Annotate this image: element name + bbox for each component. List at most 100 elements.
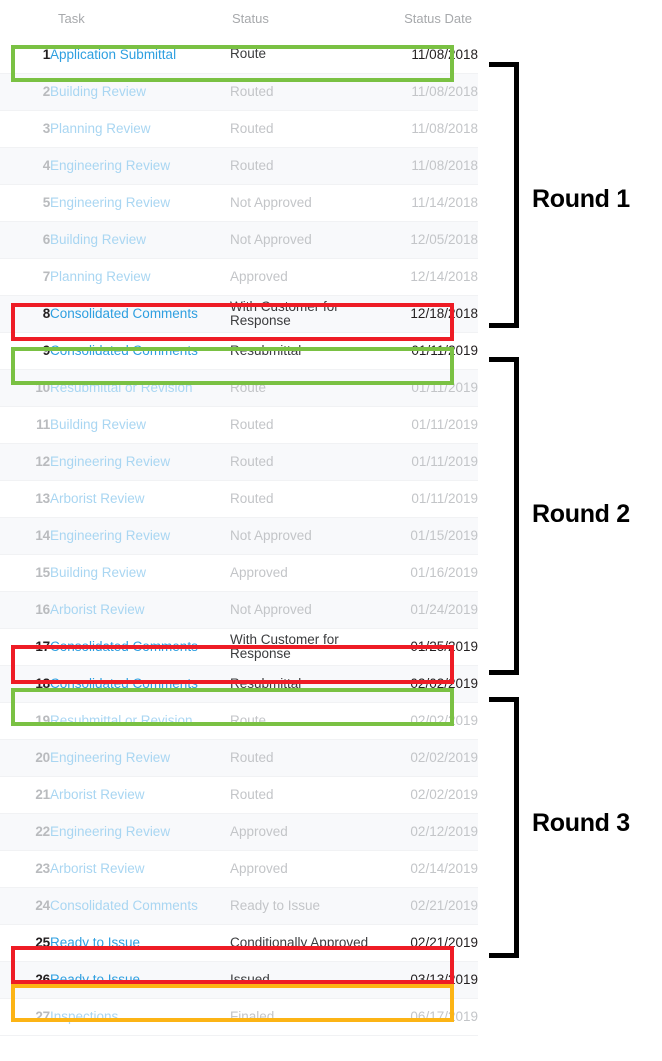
- table-row[interactable]: 23 Arborist Review Approved 02/14/2019: [0, 850, 478, 888]
- task-link[interactable]: Engineering Review: [50, 739, 230, 777]
- row-index: 14: [0, 517, 50, 555]
- task-link[interactable]: Ready to Issue: [50, 961, 230, 999]
- row-index: 9: [0, 332, 50, 370]
- row-index: 27: [0, 998, 50, 1036]
- status-value: Not Approved: [230, 221, 380, 259]
- table-row[interactable]: 13 Arborist Review Routed 01/11/2019: [0, 480, 478, 518]
- table-row[interactable]: 19 Resubmittal or Revision Route 02/02/2019: [0, 702, 478, 740]
- status-date-value: 12/05/2018: [380, 221, 478, 259]
- task-link[interactable]: Ready to Issue: [50, 924, 230, 962]
- table-row[interactable]: 5 Engineering Review Not Approved 11/14/201…: [0, 184, 478, 222]
- table-row[interactable]: 15 Building Review Approved 01/16/2019: [0, 554, 478, 592]
- row-index: 10: [0, 369, 50, 407]
- table-row[interactable]: 4 Engineering Review Routed 11/08/2018: [0, 147, 478, 185]
- task-link[interactable]: Consolidated Comments: [50, 628, 230, 666]
- status-date-value: 02/02/2019: [380, 739, 478, 777]
- table-header-row: Task Status Status Date: [0, 0, 478, 36]
- task-link[interactable]: Arborist Review: [50, 776, 230, 814]
- status-value: Approved: [230, 813, 380, 851]
- task-link[interactable]: Arborist Review: [50, 850, 230, 888]
- status-date-value: 01/25/2019: [380, 628, 478, 666]
- task-link[interactable]: Application Submittal: [50, 36, 230, 74]
- status-date-value: 02/02/2019: [380, 776, 478, 814]
- table-row[interactable]: 8 Consolidated Comments With Customer for …: [0, 295, 478, 333]
- row-index: 5: [0, 184, 50, 222]
- table-row[interactable]: 21 Arborist Review Routed 02/02/2019: [0, 776, 478, 814]
- column-header-index: [0, 0, 50, 36]
- table-row[interactable]: 26 Ready to Issue Issued 03/13/2019: [0, 961, 478, 999]
- table-row[interactable]: 2 Building Review Routed 11/08/2018: [0, 73, 478, 111]
- task-link[interactable]: Arborist Review: [50, 591, 230, 629]
- status-value: Approved: [230, 554, 380, 592]
- status-date-value: 11/08/2018: [380, 147, 478, 185]
- status-date-value: 02/21/2019: [380, 924, 478, 962]
- task-link[interactable]: Consolidated Comments: [50, 332, 230, 370]
- table-row[interactable]: 10 Resubmittal or Revision Route 01/11/2019: [0, 369, 478, 407]
- row-index: 8: [0, 295, 50, 333]
- status-date-value: 11/08/2018: [380, 73, 478, 111]
- table-row[interactable]: 6 Building Review Not Approved 12/05/2018: [0, 221, 478, 259]
- round-label: Round 3: [532, 809, 630, 837]
- table-row[interactable]: 20 Engineering Review Routed 02/02/2019: [0, 739, 478, 777]
- task-link[interactable]: Engineering Review: [50, 184, 230, 222]
- row-index: 16: [0, 591, 50, 629]
- status-value: Routed: [230, 443, 380, 481]
- row-index: 22: [0, 813, 50, 851]
- task-link[interactable]: Planning Review: [50, 110, 230, 148]
- status-date-value: 02/21/2019: [380, 887, 478, 925]
- round-2-bracket: [489, 357, 519, 675]
- table-row[interactable]: 17 Consolidated Comments With Customer for…: [0, 628, 478, 666]
- status-date-value: 01/11/2019: [380, 406, 478, 444]
- task-link[interactable]: Building Review: [50, 554, 230, 592]
- task-link[interactable]: Engineering Review: [50, 443, 230, 481]
- task-link[interactable]: Arborist Review: [50, 480, 230, 518]
- status-date-value: 11/14/2018: [380, 184, 478, 222]
- row-index: 11: [0, 406, 50, 444]
- table-row[interactable]: 18 Consolidated Comments Resubmittal 02/02/…: [0, 665, 478, 703]
- task-link[interactable]: Resubmittal or Revision: [50, 369, 230, 407]
- status-value: Route: [230, 36, 380, 74]
- table-row[interactable]: 16 Arborist Review Not Approved 01/24/2019: [0, 591, 478, 629]
- status-date-value: 02/14/2019: [380, 850, 478, 888]
- task-link[interactable]: Consolidated Comments: [50, 295, 230, 333]
- table-row[interactable]: 1 Application Submittal Route 11/08/2018: [0, 36, 478, 74]
- status-date-value: 01/11/2019: [380, 332, 478, 370]
- task-link[interactable]: Engineering Review: [50, 813, 230, 851]
- task-link[interactable]: Engineering Review: [50, 147, 230, 185]
- status-date-value: 02/12/2019: [380, 813, 478, 851]
- status-value: Routed: [230, 73, 380, 111]
- status-value: Resubmittal: [230, 665, 380, 703]
- task-link[interactable]: Engineering Review: [50, 517, 230, 555]
- table-row[interactable]: 22 Engineering Review Approved 02/12/2019: [0, 813, 478, 851]
- table-row[interactable]: 11 Building Review Routed 01/11/2019: [0, 406, 478, 444]
- status-value: With Customer for Response: [230, 628, 380, 666]
- row-index: 26: [0, 961, 50, 999]
- table-row[interactable]: 7 Planning Review Approved 12/14/2018: [0, 258, 478, 296]
- status-value: Routed: [230, 147, 380, 185]
- status-value: Routed: [230, 110, 380, 148]
- status-date-value: 11/08/2018: [380, 110, 478, 148]
- task-link[interactable]: Inspections: [50, 998, 230, 1036]
- row-index: 2: [0, 73, 50, 111]
- status-value: Conditionally Approved: [230, 924, 380, 962]
- table-row[interactable]: 27 Inspections Finaled 06/17/2019: [0, 998, 478, 1036]
- status-value: Approved: [230, 258, 380, 296]
- task-link[interactable]: Planning Review: [50, 258, 230, 296]
- table-row[interactable]: 9 Consolidated Comments Resubmittal 01/11/2…: [0, 332, 478, 370]
- task-link[interactable]: Building Review: [50, 73, 230, 111]
- task-link[interactable]: Building Review: [50, 221, 230, 259]
- task-link[interactable]: Consolidated Comments: [50, 665, 230, 703]
- task-link[interactable]: Resubmittal or Revision: [50, 702, 230, 740]
- task-link[interactable]: Consolidated Comments: [50, 887, 230, 925]
- row-index: 6: [0, 221, 50, 259]
- status-date-value: 01/11/2019: [380, 443, 478, 481]
- status-date-value: 01/11/2019: [380, 480, 478, 518]
- status-value: With Customer for Response: [230, 295, 380, 333]
- table-row[interactable]: 12 Engineering Review Routed 01/11/2019: [0, 443, 478, 481]
- table-row[interactable]: 3 Planning Review Routed 11/08/2018: [0, 110, 478, 148]
- table-row[interactable]: 24 Consolidated Comments Ready to Issue 02/…: [0, 887, 478, 925]
- table-row[interactable]: 25 Ready to Issue Conditionally Approved 02…: [0, 924, 478, 962]
- status-date-value: 12/18/2018: [380, 295, 478, 333]
- table-row[interactable]: 14 Engineering Review Not Approved 01/15/20…: [0, 517, 478, 555]
- task-link[interactable]: Building Review: [50, 406, 230, 444]
